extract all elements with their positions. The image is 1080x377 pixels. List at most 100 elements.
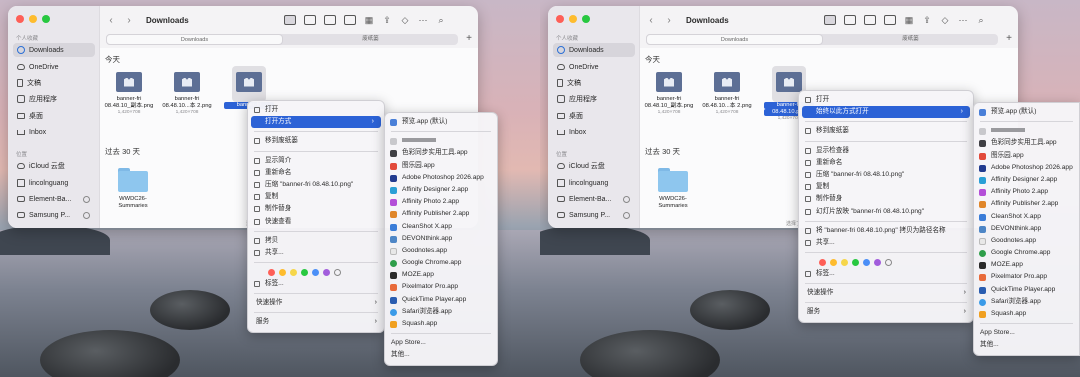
menu-item-compress[interactable]: 压缩 "banner-fri 08.48.10.png" bbox=[799, 169, 973, 181]
search-icon[interactable]: ⌕ bbox=[436, 15, 446, 25]
menu-item-rename[interactable]: 重新命名 bbox=[248, 167, 384, 179]
submenu-item-app[interactable]: Safari浏览器.app bbox=[385, 306, 497, 318]
tag-none[interactable] bbox=[334, 268, 341, 276]
submenu-item-redacted[interactable] bbox=[974, 125, 1079, 137]
column-view-button[interactable] bbox=[864, 15, 876, 25]
tag-yellow[interactable] bbox=[290, 268, 297, 276]
menu-item-services[interactable]: 服务 › bbox=[248, 316, 384, 328]
submenu-item-app[interactable]: 图乐园.app bbox=[974, 150, 1079, 162]
menu-item-open[interactable]: 打开 bbox=[248, 104, 384, 116]
menu-item-show-inspector[interactable]: 显示检查器 bbox=[799, 145, 973, 157]
group-icon[interactable]: ▦ bbox=[904, 15, 914, 25]
submenu-item-app[interactable]: Pixelmator Pro.app bbox=[974, 271, 1079, 283]
share-icon[interactable]: ⇪ bbox=[382, 15, 392, 25]
submenu-item-app[interactable]: 色彩同步实用工具.app bbox=[974, 137, 1079, 149]
sidebar-item-downloads[interactable]: Downloads bbox=[13, 43, 95, 57]
tag-red[interactable] bbox=[819, 258, 826, 266]
file-item[interactable]: banner-fri 08.48.10_副本.png 1,420×708 bbox=[644, 72, 694, 115]
tag-icon[interactable]: ◇ bbox=[400, 15, 410, 25]
submenu-item-app[interactable]: 图乐园.app bbox=[385, 160, 497, 172]
sidebar-item-onedrive[interactable]: OneDrive bbox=[553, 60, 635, 74]
tag-red[interactable] bbox=[268, 268, 275, 276]
back-icon[interactable]: ‹ bbox=[106, 15, 116, 26]
submenu-item-default-app[interactable]: 预览.app (默认) bbox=[974, 106, 1079, 118]
search-icon[interactable]: ⌕ bbox=[976, 15, 986, 25]
submenu-item-app[interactable]: QuickTime Player.app bbox=[974, 284, 1079, 296]
forward-icon[interactable]: › bbox=[664, 15, 674, 26]
list-view-button[interactable] bbox=[844, 15, 856, 25]
submenu-item-app[interactable]: Affinity Designer 2.app bbox=[385, 184, 497, 196]
more-icon[interactable]: ⋯ bbox=[958, 15, 968, 25]
menu-item-quick-actions[interactable]: 快速操作 › bbox=[799, 287, 973, 299]
menu-item-copy-as-pathname[interactable]: 将 "banner-fri 08.48.10.png" 拷贝为路径名称 bbox=[799, 225, 973, 237]
submenu-item-other[interactable]: 其他... bbox=[385, 349, 497, 361]
folder-item[interactable]: WWDC26- Summaries bbox=[648, 168, 698, 210]
submenu-item-app[interactable]: Pixelmator Pro.app bbox=[385, 281, 497, 293]
minimize-button[interactable] bbox=[569, 15, 577, 23]
tab-downloads[interactable]: Downloads bbox=[646, 34, 823, 45]
sidebar-item-samsung[interactable]: Samsung P... bbox=[13, 208, 95, 222]
tag-purple[interactable] bbox=[323, 268, 330, 276]
menu-item-get-info[interactable]: 显示简介 bbox=[248, 155, 384, 167]
eject-icon[interactable] bbox=[623, 195, 630, 203]
submenu-item-app[interactable]: Goodnotes.app bbox=[974, 235, 1079, 247]
eject-icon[interactable] bbox=[623, 211, 630, 219]
submenu-item-app[interactable]: DEVONthink.app bbox=[974, 223, 1079, 235]
close-button[interactable] bbox=[16, 15, 24, 23]
submenu-item-app[interactable]: 色彩同步实用工具.app bbox=[385, 147, 497, 159]
minimize-button[interactable] bbox=[29, 15, 37, 23]
menu-item-open[interactable]: 打开 bbox=[799, 94, 973, 106]
close-button[interactable] bbox=[556, 15, 564, 23]
eject-icon[interactable] bbox=[83, 211, 90, 219]
tag-green[interactable] bbox=[301, 268, 308, 276]
menu-item-make-alias[interactable]: 制作替身 bbox=[799, 193, 973, 205]
menu-item-copy[interactable]: 拷贝 bbox=[248, 235, 384, 247]
icon-view-button[interactable] bbox=[824, 15, 836, 25]
submenu-item-app-store[interactable]: App Store... bbox=[974, 327, 1079, 339]
submenu-item-app[interactable]: Affinity Publisher 2.app bbox=[385, 208, 497, 220]
eject-icon[interactable] bbox=[83, 195, 90, 203]
sidebar-item-desktop[interactable]: 桌面 bbox=[13, 109, 95, 123]
sidebar-item-element-backup[interactable]: Element-Ba... bbox=[553, 192, 635, 206]
sidebar-item-inbox[interactable]: Inbox bbox=[553, 125, 635, 139]
submenu-item-app[interactable]: DEVONthink.app bbox=[385, 233, 497, 245]
share-icon[interactable]: ⇪ bbox=[922, 15, 932, 25]
menu-item-open-with[interactable]: 打开方式 › bbox=[251, 116, 381, 129]
column-view-button[interactable] bbox=[324, 15, 336, 25]
sidebar-item-documents[interactable]: 文稿 bbox=[553, 76, 635, 90]
menu-item-always-open-with[interactable]: 始终以此方式打开 › bbox=[802, 106, 970, 119]
tag-blue[interactable] bbox=[312, 268, 319, 276]
menu-item-compress[interactable]: 压缩 "banner-fri 08.48.10.png" bbox=[248, 179, 384, 191]
sidebar-item-downloads[interactable]: Downloads bbox=[553, 43, 635, 57]
zoom-button[interactable] bbox=[42, 15, 50, 23]
tab-downloads[interactable]: Downloads bbox=[106, 34, 283, 45]
group-icon[interactable]: ▦ bbox=[364, 15, 374, 25]
list-view-button[interactable] bbox=[304, 15, 316, 25]
submenu-item-app[interactable]: Squash.app bbox=[974, 308, 1079, 320]
menu-item-move-to-trash[interactable]: 移到废纸篓 bbox=[799, 125, 973, 137]
zoom-button[interactable] bbox=[582, 15, 590, 23]
menu-item-slideshow[interactable]: 幻灯片放映 "banner-fri 08.48.10.png" bbox=[799, 206, 973, 218]
tag-yellow[interactable] bbox=[841, 258, 848, 266]
submenu-item-app[interactable]: Adobe Photoshop 2026.app bbox=[974, 162, 1079, 174]
new-tab-icon[interactable]: + bbox=[466, 33, 472, 44]
more-icon[interactable]: ⋯ bbox=[418, 15, 428, 25]
submenu-item-app[interactable]: MOZE.app bbox=[974, 259, 1079, 271]
menu-item-quick-actions[interactable]: 快速操作 › bbox=[248, 297, 384, 309]
sidebar-item-icloud[interactable]: iCloud 云盘 bbox=[553, 159, 635, 173]
submenu-item-app[interactable]: CleanShot X.app bbox=[385, 221, 497, 233]
sidebar-item-applications[interactable]: 应用程序 bbox=[13, 92, 95, 106]
submenu-item-app[interactable]: Squash.app bbox=[385, 318, 497, 330]
sidebar-item-element-backup[interactable]: Element-Ba... bbox=[13, 192, 95, 206]
gallery-view-button[interactable] bbox=[884, 15, 896, 25]
submenu-item-app[interactable]: Affinity Designer 2.app bbox=[974, 174, 1079, 186]
menu-item-quick-look[interactable]: 快速查看 bbox=[248, 216, 384, 228]
menu-item-make-alias[interactable]: 制作替身 bbox=[248, 203, 384, 215]
icon-view-button[interactable] bbox=[284, 15, 296, 25]
submenu-item-app[interactable]: Adobe Photoshop 2026.app bbox=[385, 172, 497, 184]
sidebar-item-home[interactable]: lincolnguang bbox=[13, 176, 95, 190]
file-item[interactable]: banner-fri 08.48.10...本 2.png 1,420×708 bbox=[162, 72, 212, 115]
submenu-item-redacted[interactable] bbox=[385, 135, 497, 147]
tag-orange[interactable] bbox=[279, 268, 286, 276]
menu-item-duplicate[interactable]: 复制 bbox=[799, 181, 973, 193]
